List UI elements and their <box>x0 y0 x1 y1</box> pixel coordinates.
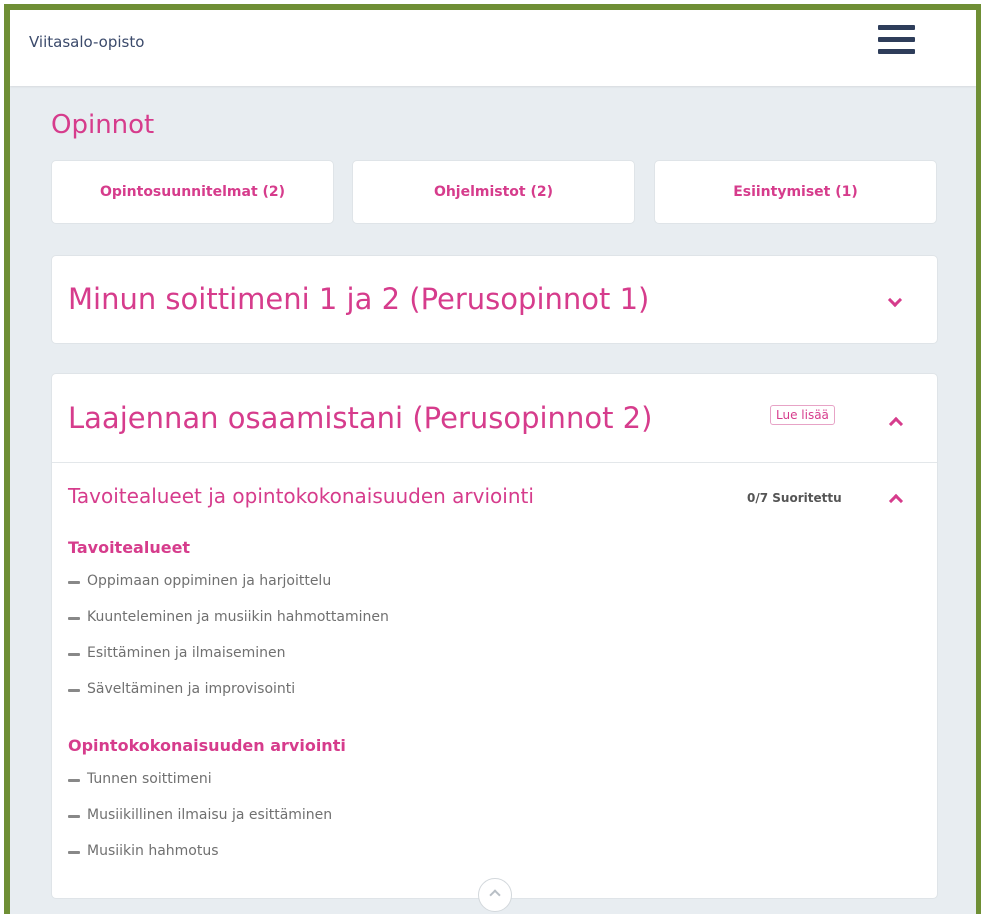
divider <box>52 462 937 463</box>
chevron-up-icon[interactable] <box>888 416 904 432</box>
dash-icon <box>68 653 80 656</box>
course-card-perusopinnot-1[interactable]: Minun soittimeni 1 ja 2 (Perusopinnot 1) <box>51 255 938 344</box>
section-title[interactable]: Tavoitealueet ja opintokokonaisuuden arv… <box>68 484 534 508</box>
dash-icon <box>68 815 80 818</box>
tab-opintosuunnitelmat[interactable]: Opintosuunnitelmat (2) <box>51 160 334 224</box>
chevron-up-icon <box>489 889 501 901</box>
course-title[interactable]: Minun soittimeni 1 ja 2 (Perusopinnot 1) <box>68 282 649 316</box>
dash-icon <box>68 617 80 620</box>
scroll-up-button[interactable] <box>478 878 512 912</box>
completion-status: 0/7 Suoritettu <box>747 491 842 505</box>
course-card-perusopinnot-2: Laajennan osaamistani (Perusopinnot 2) L… <box>51 373 938 899</box>
dash-icon <box>68 689 80 692</box>
read-more-button[interactable]: Lue lisää <box>770 405 835 425</box>
group-heading-tavoitealueet: Tavoitealueet <box>68 538 191 557</box>
page-title: Opinnot <box>51 110 155 140</box>
course-title[interactable]: Laajennan osaamistani (Perusopinnot 2) <box>68 401 652 435</box>
app-frame: Viitasalo-opisto Opinnot Opintosuunnitel… <box>4 4 981 914</box>
top-bar: Viitasalo-opisto <box>10 10 976 86</box>
dash-icon <box>68 851 80 854</box>
tab-esiintymiset[interactable]: Esiintymiset (1) <box>654 160 937 224</box>
chevron-down-icon[interactable] <box>887 292 903 308</box>
chevron-up-icon[interactable] <box>888 493 904 509</box>
brand-name[interactable]: Viitasalo-opisto <box>29 33 144 51</box>
tabs-row: Opintosuunnitelmat (2) Ohjelmistot (2) E… <box>51 160 938 224</box>
hamburger-menu-icon[interactable] <box>878 23 915 56</box>
group-heading-arviointi: Opintokokonaisuuden arviointi <box>68 736 346 755</box>
tab-ohjelmistot[interactable]: Ohjelmistot (2) <box>352 160 635 224</box>
dash-icon <box>68 779 80 782</box>
dash-icon <box>68 581 80 584</box>
